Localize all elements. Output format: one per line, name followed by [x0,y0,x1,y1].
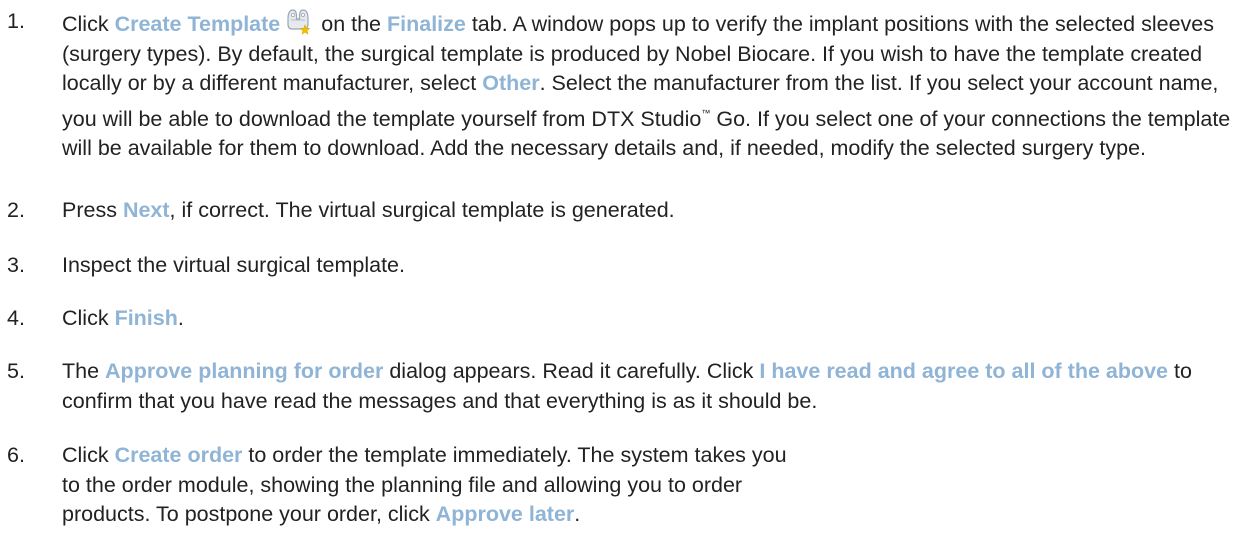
step-number: 1. [7,9,25,33]
step-number: 4. [7,306,25,330]
finalize-tab-label: Finalize [387,12,466,36]
step-text: Click Finish. [62,306,184,330]
step-text: Inspect the virtual surgical template. [62,253,405,277]
other-option-label: Other [482,71,540,95]
step-number: 2. [7,198,25,222]
surgical-template-icon [283,7,313,37]
step-text: Click Create order to order the template… [62,443,787,526]
step-number: 5. [7,359,25,383]
approve-later-button-label: Approve later [435,502,575,526]
agree-checkbox-label: I have read and agree to all of the abov… [759,359,1169,383]
step-text: Click Create Template on the Finalize ta… [62,7,1251,164]
approve-planning-dialog-label: Approve planning for order [105,359,384,383]
step-number: 3. [7,253,25,277]
step-text: Press Next, if correct. The virtual surg… [62,198,675,222]
create-template-label: Create Template [114,12,281,36]
step-text: The Approve planning for order dialog ap… [62,359,1192,413]
step-number: 6. [7,443,25,467]
finish-button-label: Finish [114,306,178,330]
next-button-label: Next [122,198,170,222]
create-order-button-label: Create order [114,443,243,467]
